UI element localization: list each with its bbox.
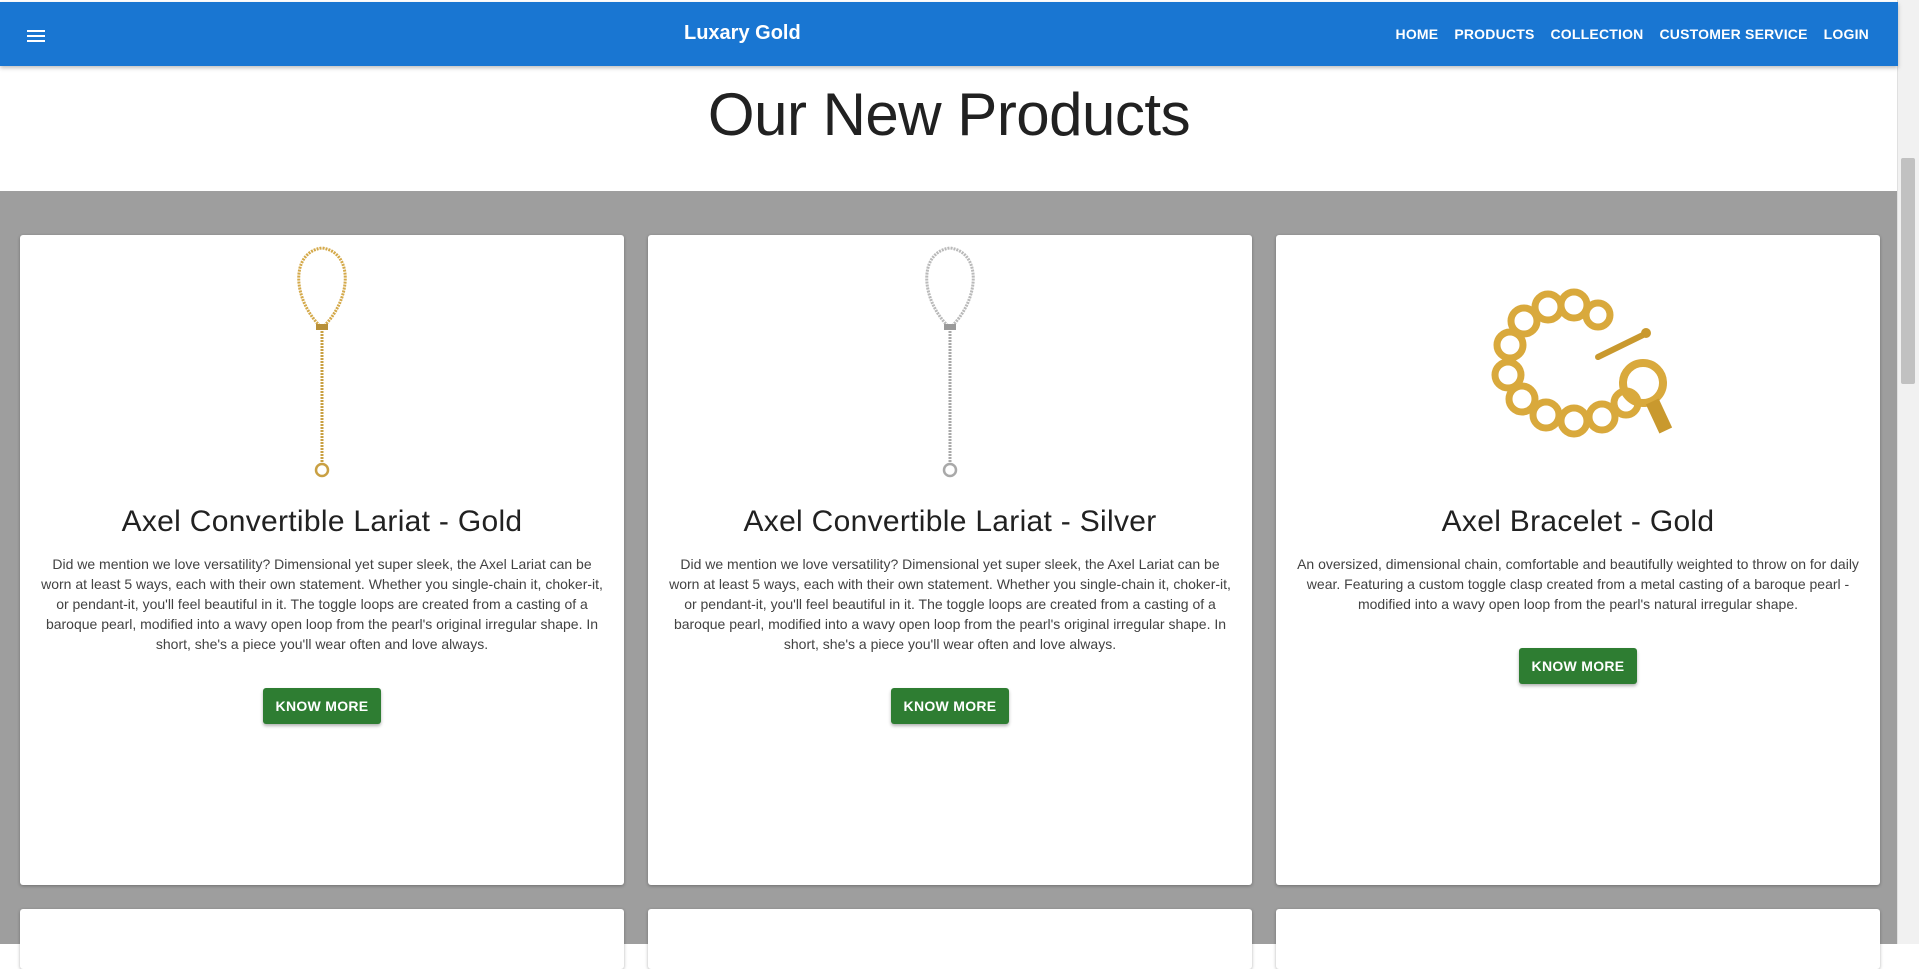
hamburger-menu-icon[interactable] [18,18,54,54]
product-card: Axel Convertible Lariat - Gold Did we me… [20,235,624,885]
nav-home[interactable]: HOME [1388,26,1447,42]
products-section: Axel Convertible Lariat - Gold Did we me… [0,191,1898,969]
product-card-partial [1276,909,1880,969]
silver-lariat-necklace-image[interactable] [648,235,1252,485]
product-description: Did we mention we love versatility? Dime… [41,556,603,652]
scrollbar-thumb[interactable] [1901,158,1915,384]
know-more-button[interactable]: KNOW MORE [1519,648,1637,684]
nav-collection[interactable]: COLLECTION [1543,26,1652,42]
product-title: Axel Convertible Lariat - Silver [743,505,1157,538]
app-bar: Luxary Gold HOME PRODUCTS COLLECTION CUS… [0,2,1898,66]
nav-customer-service[interactable]: CUSTOMER SERVICE [1652,26,1816,42]
product-card-partial [20,909,624,969]
product-description: Did we mention we love versatility? Dime… [669,556,1231,652]
nav-products[interactable]: PRODUCTS [1446,26,1542,42]
product-description: An oversized, dimensional chain, comfort… [1297,556,1859,612]
page-title: Our New Products [707,81,1191,148]
product-card: Axel Convertible Lariat - Silver Did we … [648,235,1252,885]
product-card-partial [648,909,1252,969]
brand-title[interactable]: Luxary Gold [684,22,801,45]
know-more-button[interactable]: KNOW MORE [263,688,381,724]
product-card: Axel Bracelet - Gold An oversized, dimen… [1276,235,1880,885]
product-title: Axel Convertible Lariat - Gold [121,505,523,538]
page-scrollbar[interactable] [1897,0,1919,944]
know-more-button[interactable]: KNOW MORE [891,688,1009,724]
nav-login[interactable]: LOGIN [1816,26,1877,42]
product-title: Axel Bracelet - Gold [1441,505,1715,538]
gold-lariat-necklace-image[interactable] [20,235,624,485]
top-nav: HOME PRODUCTS COLLECTION CUSTOMER SERVIC… [1388,2,1877,66]
gold-bracelet-image[interactable] [1276,235,1880,485]
